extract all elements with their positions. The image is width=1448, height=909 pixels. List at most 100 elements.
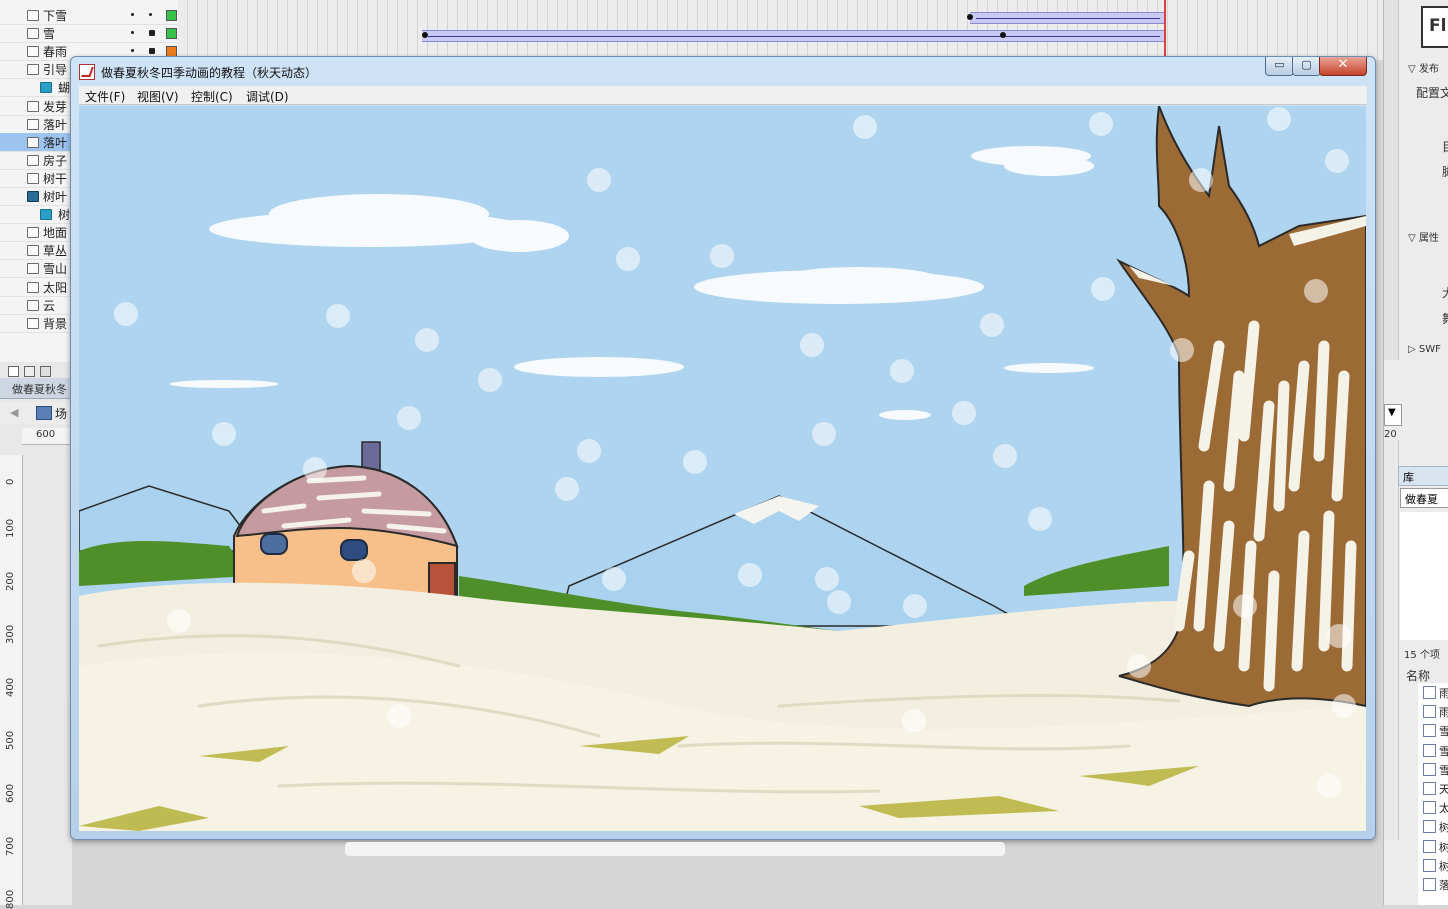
scene-label[interactable]: 场: [55, 405, 67, 422]
library-item-name: 太: [1439, 802, 1448, 816]
movieclip-icon: [1423, 782, 1436, 795]
visibility-dot[interactable]: [131, 31, 134, 35]
lock-icon[interactable]: [149, 30, 155, 37]
ruler-number: 0: [5, 478, 16, 485]
ruler-number: 400: [5, 677, 16, 697]
profile-label: 配置文: [1416, 86, 1448, 100]
timeline-frames[interactable]: [178, 0, 1383, 60]
layer-icon: [40, 82, 52, 94]
library-item[interactable]: 天: [1418, 779, 1448, 797]
layer-name: 引导: [43, 63, 68, 78]
document-tab[interactable]: 做春夏秋冬: [0, 378, 72, 399]
layer-icon: [27, 227, 39, 239]
movieclip-icon: [1423, 686, 1436, 699]
movieclip-icon: [1423, 724, 1436, 738]
menu-debug[interactable]: 调试(D): [246, 88, 289, 105]
layer-name: 草丛: [43, 244, 68, 259]
ruler-top-number: 600: [36, 429, 56, 440]
library-item[interactable]: 落: [1418, 875, 1448, 893]
chevron-right-icon: ▷: [1408, 344, 1419, 355]
library-item[interactable]: 树: [1418, 856, 1448, 874]
title-bar[interactable]: 做春夏秋冬四季动画的教程（秋天动态） ▭ ▢ ✕: [71, 57, 1375, 85]
layer-name: 树干: [43, 171, 68, 186]
layer-name: 春雨: [43, 45, 68, 60]
movieclip-icon: [1423, 801, 1436, 815]
library-item-name: 雨: [1439, 687, 1448, 700]
publish-section[interactable]: ▽ 发布: [1408, 60, 1439, 75]
layer-icon: [27, 299, 39, 311]
library-item[interactable]: 树: [1418, 817, 1448, 835]
tween-span-snow[interactable]: [970, 12, 1166, 24]
menu-view[interactable]: 视图(V): [137, 88, 179, 105]
target-label: 目: [1442, 138, 1448, 155]
layer-row[interactable]: 雪: [0, 24, 178, 44]
library-document-select[interactable]: 做春夏: [1400, 488, 1448, 508]
movieclip-icon: [1423, 705, 1436, 719]
layer-name: 发芽: [43, 99, 68, 114]
layer-tools[interactable]: [8, 366, 68, 377]
item-count: 15 个项: [1404, 650, 1440, 661]
library-item[interactable]: 雨: [1418, 683, 1448, 701]
dropdown-arrow[interactable]: ▼: [1384, 404, 1402, 426]
movieclip-icon: [1423, 858, 1436, 872]
ruler-right-number: 20: [1384, 429, 1397, 440]
library-item[interactable]: 雪: [1418, 760, 1448, 778]
movieclip-icon: [1423, 743, 1436, 757]
delete-layer-icon[interactable]: [40, 366, 51, 377]
library-item[interactable]: 太: [1418, 798, 1448, 816]
ruler-number: 100: [5, 518, 16, 538]
layer-icon: [40, 209, 52, 221]
ruler-left: 0 100 200 300 400 500 600 700 800: [0, 455, 23, 909]
tween-span-rain[interactable]: [422, 30, 1166, 42]
back-arrow-icon[interactable]: ◀: [10, 406, 18, 419]
guide-layer-icon: [27, 64, 39, 76]
layer-name: 雪: [43, 27, 56, 42]
layer-icon: [27, 136, 39, 148]
layer-name: 下雪: [43, 9, 68, 23]
library-item-name: 雪: [1439, 744, 1448, 758]
menu-control[interactable]: 控制(C): [191, 88, 233, 105]
layer-color-swatch[interactable]: [166, 10, 177, 21]
layer-name: 背景: [43, 316, 68, 331]
layer-name: 地面: [43, 226, 68, 241]
lock-dot[interactable]: [149, 13, 152, 16]
maximize-button[interactable]: ▢: [1292, 57, 1321, 76]
timeline-scrollbar[interactable]: [1384, 0, 1399, 360]
library-tab[interactable]: 库: [1398, 466, 1448, 486]
layer-name: 树: [58, 208, 71, 223]
library-item[interactable]: 雪: [1418, 721, 1448, 739]
movieclip-icon: [1423, 762, 1436, 776]
scene-icon: [36, 406, 52, 420]
layer-row[interactable]: 下雪: [0, 6, 178, 25]
library-item[interactable]: 雪: [1418, 741, 1448, 759]
library-item-name: 树: [1439, 859, 1448, 873]
lock-icon[interactable]: [149, 48, 155, 55]
library-preview: [1400, 512, 1448, 640]
library-item[interactable]: 雨: [1418, 702, 1448, 720]
library-item-name: 天: [1439, 783, 1448, 796]
ruler-number: 700: [5, 836, 16, 856]
properties-section[interactable]: ▽ 属性: [1408, 229, 1439, 244]
menu-file[interactable]: 文件(F): [85, 88, 125, 105]
swf-section[interactable]: ▷ SWF: [1408, 344, 1441, 355]
layer-name: 蝴: [58, 81, 71, 96]
animation-stage: [79, 106, 1366, 831]
close-button[interactable]: ✕: [1319, 57, 1367, 76]
keyframe[interactable]: [967, 14, 973, 20]
keyframe[interactable]: [1000, 32, 1006, 38]
visibility-dot[interactable]: [131, 49, 134, 53]
library-item-name: 落: [1439, 879, 1448, 892]
new-layer-icon[interactable]: [8, 366, 19, 377]
keyframe[interactable]: [422, 32, 428, 38]
new-folder-icon[interactable]: [24, 366, 35, 377]
stage-scrollbar[interactable]: [1384, 440, 1399, 840]
visibility-dot[interactable]: [131, 13, 134, 16]
name-column-header[interactable]: 名称: [1406, 667, 1430, 684]
layer-icon: [27, 263, 39, 275]
ruler-number: 300: [5, 624, 16, 644]
layer-color-swatch[interactable]: [166, 28, 177, 40]
library-item[interactable]: 树: [1418, 837, 1448, 855]
minimize-button[interactable]: ▭: [1265, 57, 1294, 76]
layer-icon: [27, 46, 39, 58]
layer-icon: [27, 100, 39, 112]
